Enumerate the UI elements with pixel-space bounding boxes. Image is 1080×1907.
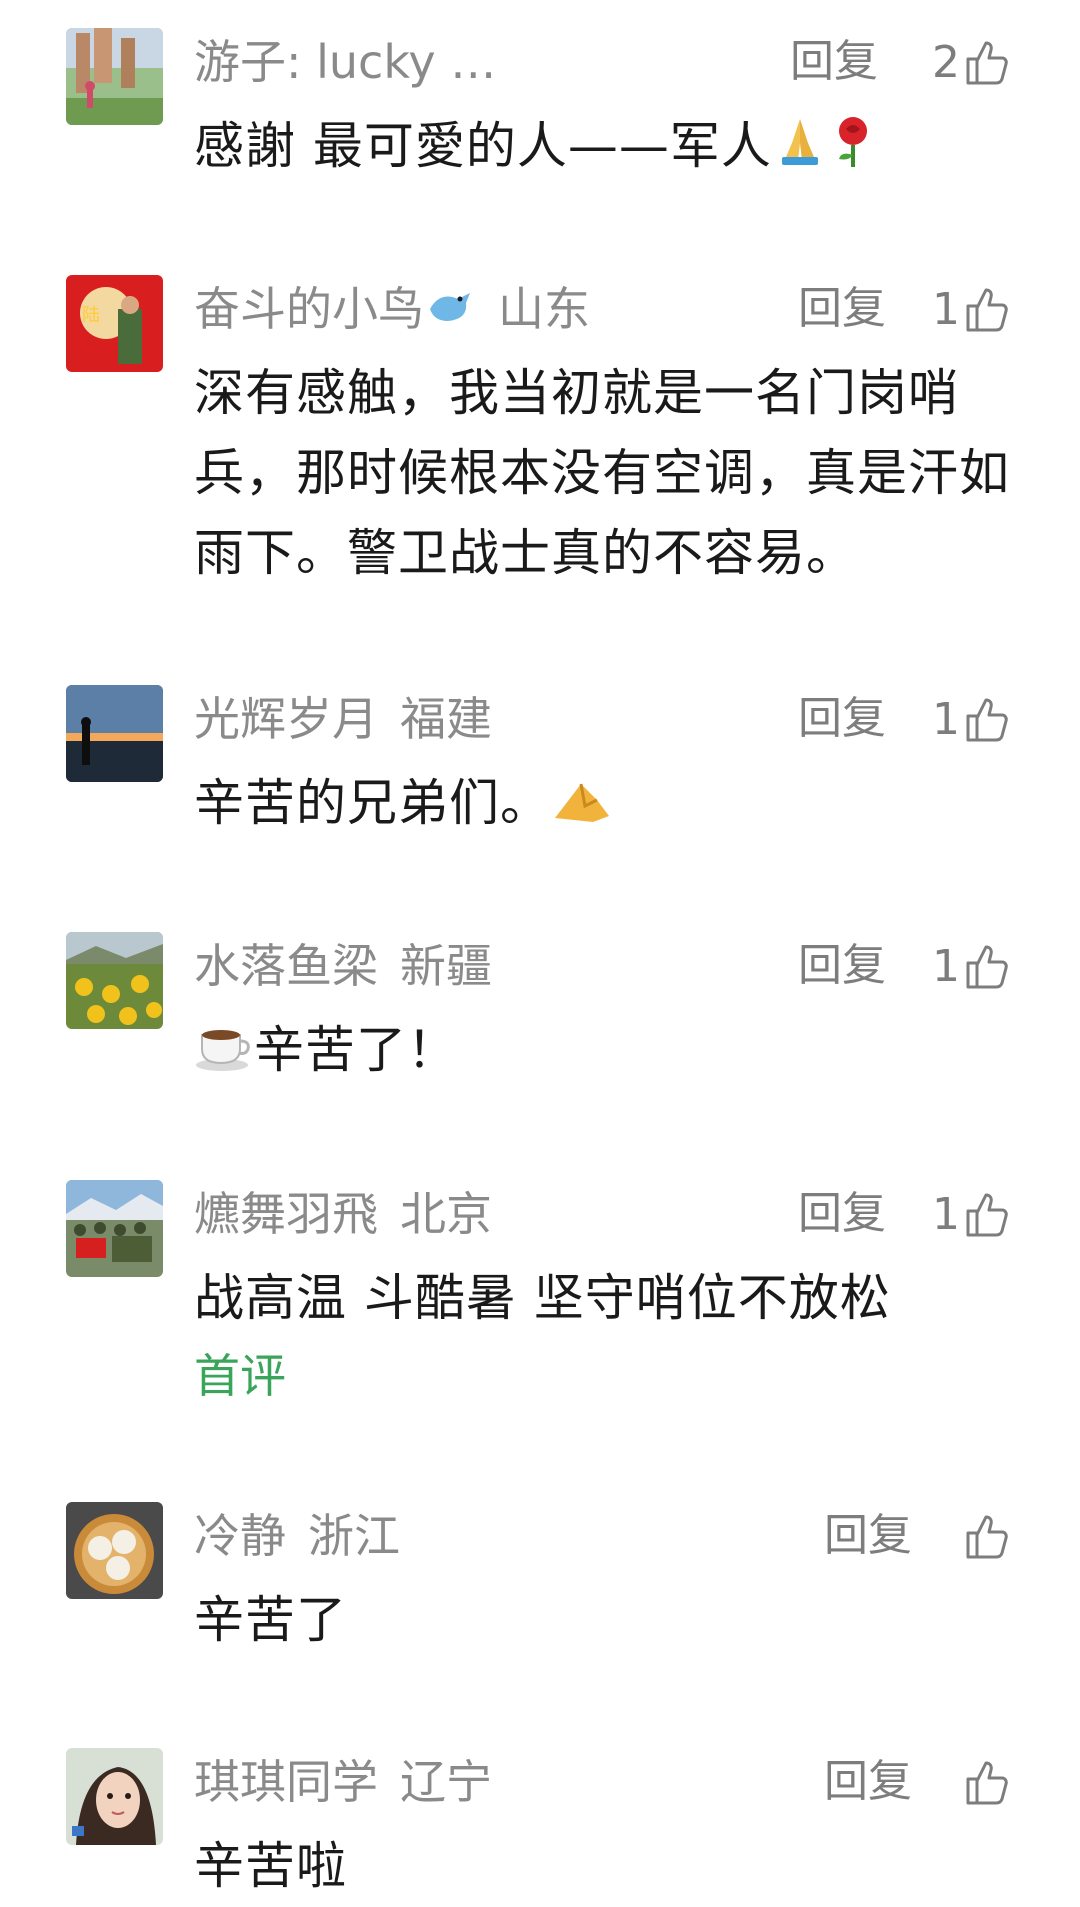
avatar[interactable] <box>66 1502 163 1599</box>
username[interactable]: 爊舞羽飛 北京 <box>194 1184 492 1244</box>
reply-button[interactable]: 回复 <box>798 936 886 996</box>
comment-text: 深有感触，我当初就是一名门岗哨兵，那时候根本没有空调，真是汗如雨下。警卫战士真的… <box>194 364 1010 582</box>
svg-text:陆: 陆 <box>82 305 100 326</box>
username[interactable]: 琪琪同学 辽宁 <box>194 1752 492 1812</box>
avatar[interactable]: 陆 <box>66 275 163 372</box>
username[interactable]: 光辉岁月 福建 <box>194 689 492 749</box>
thumbs-up-icon <box>966 1193 1008 1237</box>
reply-button[interactable]: 回复 <box>824 1752 912 1812</box>
like-button[interactable] <box>960 1506 1012 1566</box>
ok-hand-icon <box>555 783 609 822</box>
username[interactable]: 冷静 浙江 <box>194 1506 400 1566</box>
comment-text: 辛苦了 <box>194 1591 347 1649</box>
username[interactable]: 奋斗的小鸟 山东 <box>194 279 590 339</box>
comment-text: 战高温 斗酷暑 坚守哨位不放松 <box>194 1269 891 1327</box>
like-button[interactable]: 1 <box>932 936 1012 996</box>
like-count: 1 <box>932 1188 960 1240</box>
like-button[interactable]: 1 <box>932 689 1012 749</box>
reply-button[interactable]: 回复 <box>798 279 886 339</box>
avatar[interactable] <box>66 28 163 125</box>
thumbs-up-icon <box>966 1515 1008 1559</box>
like-count: 1 <box>932 283 960 335</box>
username[interactable]: 水落鱼梁 新疆 <box>194 936 492 996</box>
comment-text: 辛苦了！ <box>194 1010 1014 1090</box>
reply-button[interactable]: 回复 <box>798 689 886 749</box>
reply-button[interactable]: 回复 <box>790 32 878 92</box>
rose-icon <box>838 117 867 167</box>
bird-icon <box>430 293 470 321</box>
like-button[interactable]: 1 <box>932 1184 1012 1244</box>
comment-text: 辛苦啦 <box>194 1837 347 1895</box>
coffee-icon <box>196 1030 250 1071</box>
like-count: 2 <box>932 36 960 88</box>
username[interactable]: 游子: lucky … <box>194 32 496 92</box>
thumbs-up-icon <box>966 288 1008 332</box>
praying-hands-icon <box>781 119 818 165</box>
like-button[interactable] <box>960 1752 1012 1812</box>
comment-text: 感謝 最可愛的人——军人 <box>194 106 1014 186</box>
thumbs-up-icon <box>966 945 1008 989</box>
thumbs-up-icon <box>966 41 1008 85</box>
like-count: 1 <box>932 940 960 992</box>
like-button[interactable]: 1 <box>932 279 1012 339</box>
avatar[interactable] <box>66 1180 163 1277</box>
like-count: 1 <box>932 693 960 745</box>
comment-text: 辛苦的兄弟们。 <box>194 763 1014 843</box>
avatar[interactable] <box>66 685 163 782</box>
thumbs-up-icon <box>966 1761 1008 1805</box>
reply-button[interactable]: 回复 <box>824 1506 912 1566</box>
like-button[interactable]: 2 <box>932 32 1012 92</box>
reply-button[interactable]: 回复 <box>798 1184 886 1244</box>
avatar[interactable] <box>66 932 163 1029</box>
thumbs-up-icon <box>966 698 1008 742</box>
first-comment-badge: 首评 <box>194 1349 286 1403</box>
avatar[interactable] <box>66 1748 163 1845</box>
